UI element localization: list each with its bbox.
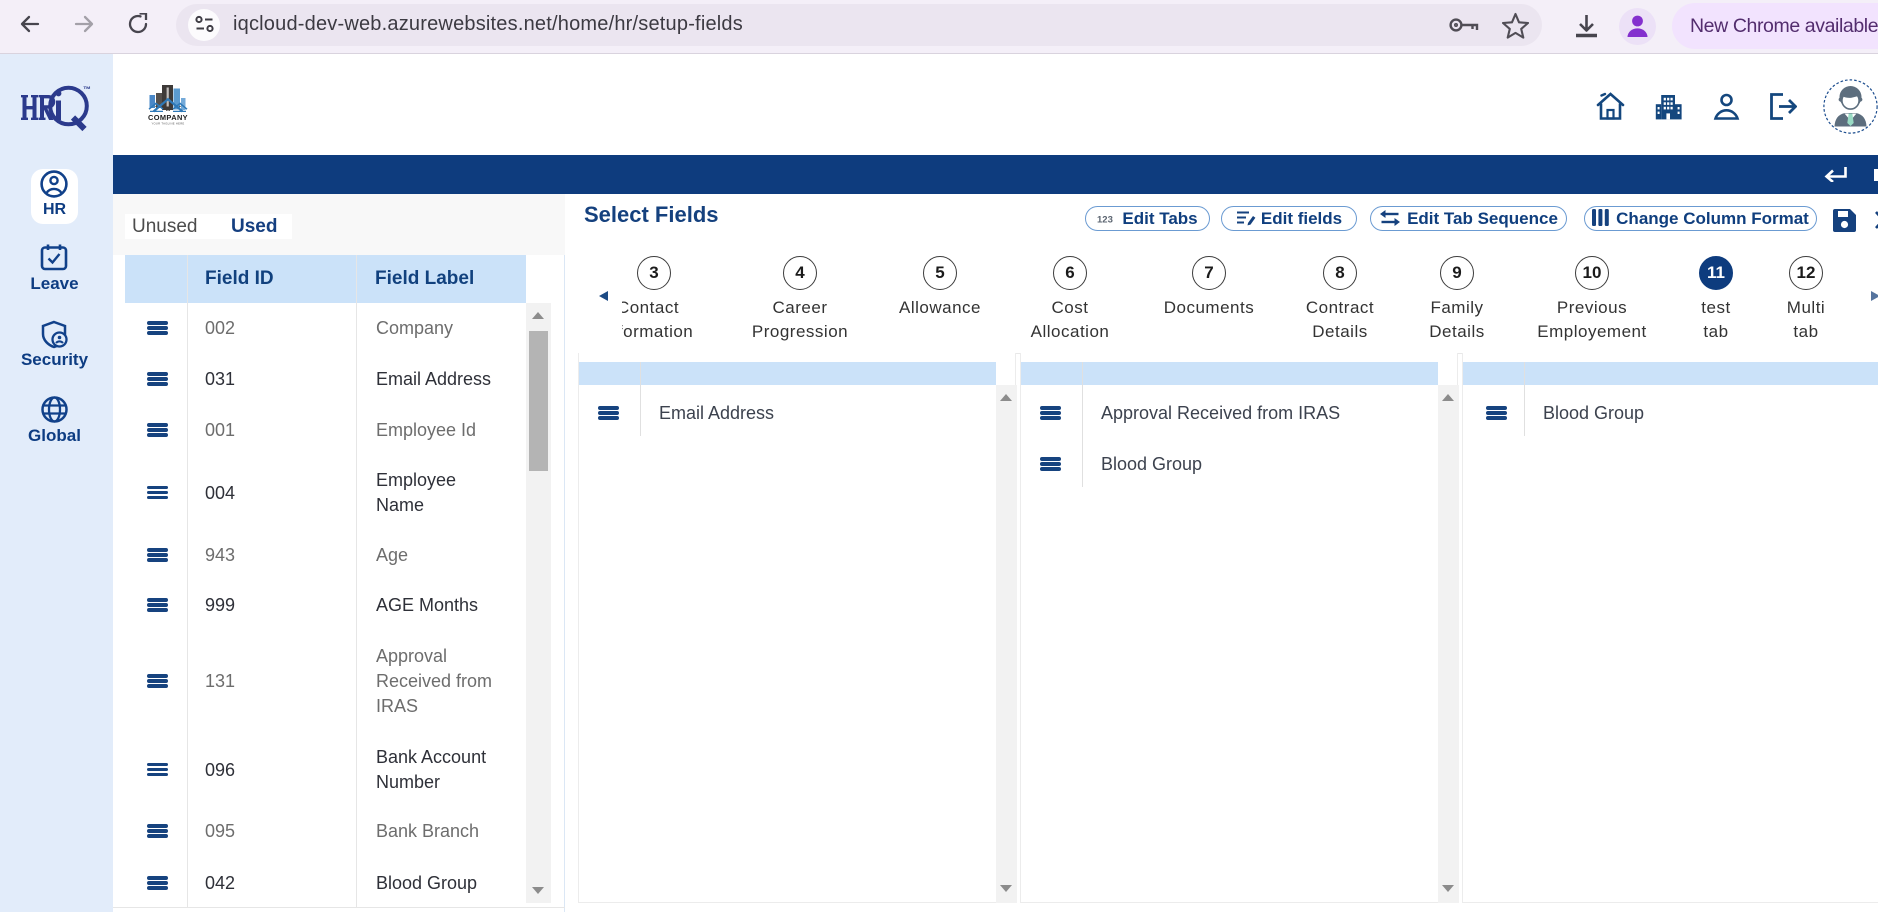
- svg-text:YOUR TAGLINE HERE: YOUR TAGLINE HERE: [151, 122, 184, 126]
- svg-text:COMPANY: COMPANY: [148, 113, 188, 122]
- svg-text:™: ™: [83, 85, 91, 94]
- svg-text:123: 123: [1097, 215, 1113, 226]
